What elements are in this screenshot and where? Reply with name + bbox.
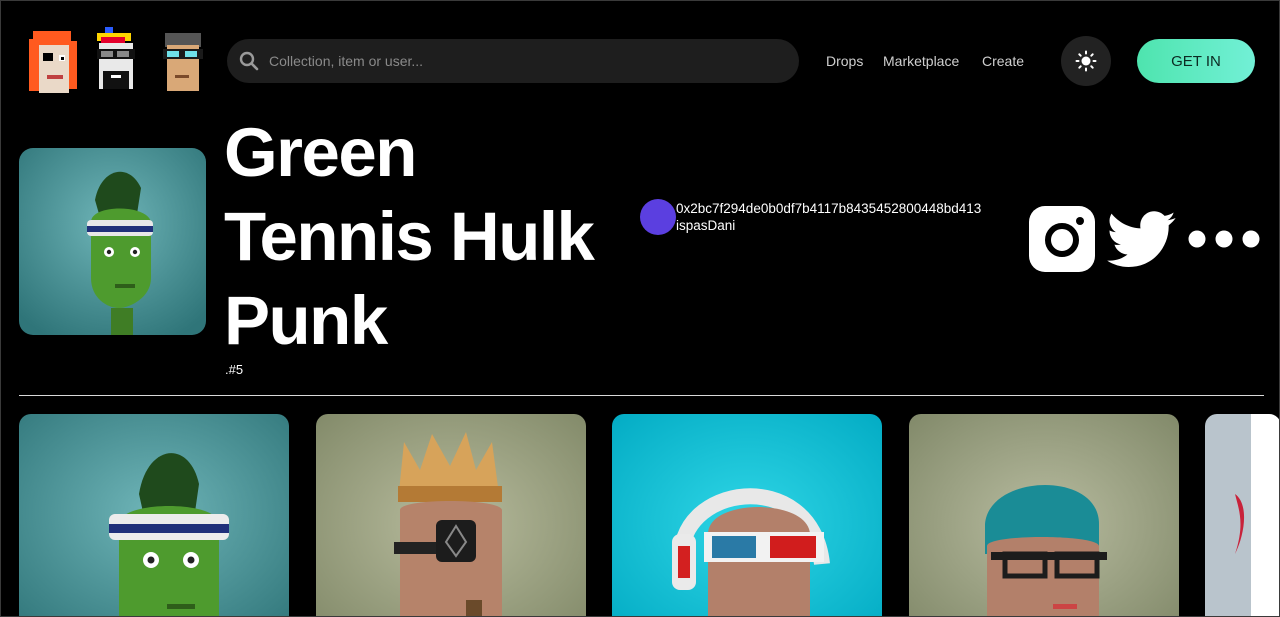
section-divider <box>19 395 1264 396</box>
nav-drops[interactable]: Drops <box>826 53 863 69</box>
instagram-icon[interactable] <box>1029 206 1095 272</box>
owner-name[interactable]: ispasDani <box>676 218 735 234</box>
gallery-card-3[interactable] <box>612 414 882 616</box>
headphones-punk-card-image <box>612 414 882 616</box>
green-punk-image <box>19 148 206 335</box>
green-punk-card-image <box>19 414 289 616</box>
search-bar[interactable] <box>227 39 799 83</box>
owner-address[interactable]: 0x2bc7f294de0b0df7b4117b8435452800448bd4… <box>676 201 981 217</box>
partial-punk-card-image <box>1205 414 1279 616</box>
search-icon <box>239 51 259 71</box>
item-image[interactable] <box>19 148 206 335</box>
get-in-button[interactable]: GET IN <box>1137 39 1255 83</box>
sun-icon <box>1075 50 1097 72</box>
item-title-line-1: Green <box>224 114 417 191</box>
nav-create[interactable]: Create <box>982 53 1024 69</box>
item-edition: .#5 <box>225 362 244 377</box>
item-title-line-3: Punk <box>224 282 388 359</box>
more-icon[interactable] <box>1187 229 1261 249</box>
theme-toggle-button[interactable] <box>1061 36 1111 86</box>
gallery-card-2[interactable] <box>316 414 586 616</box>
crowned-punk-card-image <box>316 414 586 616</box>
item-title-line-2: Tennis Hulk <box>224 198 595 275</box>
nav-marketplace[interactable]: Marketplace <box>883 53 959 69</box>
gallery-card-4[interactable] <box>909 414 1179 616</box>
item-title: Green Tennis Hulk Punk <box>224 111 644 363</box>
page-frame: Drops Marketplace Create GET IN <box>0 0 1280 617</box>
beanie-punk-card-image <box>909 414 1179 616</box>
logo-pixel-punks[interactable] <box>29 27 207 97</box>
gallery-card-1[interactable] <box>19 414 289 616</box>
twitter-icon[interactable] <box>1107 211 1177 269</box>
search-input[interactable] <box>269 53 769 69</box>
gallery-card-5[interactable] <box>1205 414 1279 616</box>
owner-avatar[interactable] <box>640 199 676 235</box>
